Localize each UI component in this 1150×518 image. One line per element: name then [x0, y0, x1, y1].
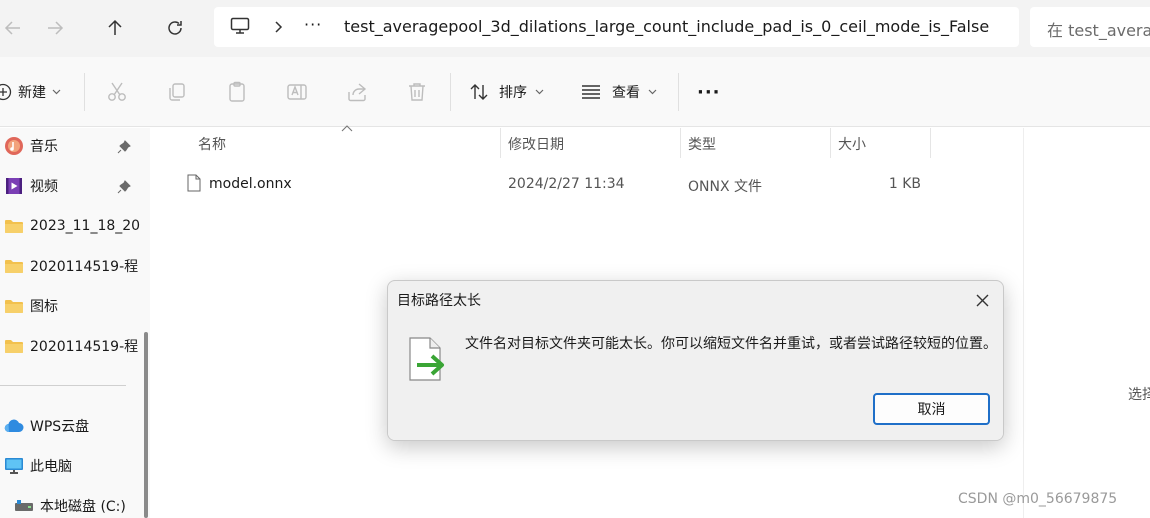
- toolbar-divider: [678, 73, 679, 111]
- view-list-icon: [582, 85, 600, 99]
- back-button[interactable]: [0, 12, 30, 44]
- column-header-size[interactable]: 大小: [838, 134, 866, 154]
- rename-icon[interactable]: [285, 80, 309, 104]
- video-icon: [4, 176, 24, 196]
- view-button[interactable]: 查看: [581, 79, 657, 105]
- refresh-button[interactable]: [158, 12, 192, 44]
- column-separator[interactable]: [930, 128, 931, 158]
- copy-icon[interactable]: [165, 80, 189, 104]
- table-row[interactable]: model.onnx 2024/2/27 11:34 ONNX 文件 1 KB: [157, 168, 1023, 200]
- folder-icon: [4, 336, 24, 356]
- close-icon: [976, 294, 988, 306]
- path-too-long-dialog: 目标路径太长 文件名对目标文件夹可能太长。你可以缩短文件名并重试，或者尝试路径较…: [387, 280, 1004, 441]
- chevron-down-icon: [535, 89, 544, 95]
- new-button[interactable]: 新建: [0, 79, 61, 105]
- sidebar-item-label: 2020114519-程: [30, 339, 139, 355]
- column-header-type[interactable]: 类型: [688, 134, 716, 154]
- pin-icon[interactable]: [116, 139, 132, 155]
- address-box[interactable]: ··· test_averagepool_3d_dilations_large_…: [214, 7, 1019, 47]
- column-header-modified[interactable]: 修改日期: [508, 134, 564, 154]
- file-icon: [187, 174, 201, 192]
- sort-icon: [470, 84, 488, 100]
- pin-icon[interactable]: [116, 179, 132, 195]
- file-modified: 2024/2/27 11:34: [508, 176, 625, 192]
- sidebar-item-folder[interactable]: 2023_11_18_20: [0, 212, 140, 240]
- sidebar-item-label: 本地磁盘 (C:): [40, 499, 126, 515]
- sidebar-item-label: 2020114519-程: [30, 259, 139, 275]
- forward-arrow-icon: [48, 21, 64, 35]
- file-name[interactable]: model.onnx: [209, 176, 292, 192]
- address-bar-row: ··· test_averagepool_3d_dilations_large_…: [0, 0, 1150, 57]
- plus-circle-icon: [0, 83, 12, 101]
- sidebar-scrollbar[interactable]: [144, 332, 148, 518]
- computer-icon: [4, 456, 24, 476]
- sidebar-item-label: 视频: [30, 179, 58, 195]
- chevron-down-icon: [52, 89, 61, 95]
- more-options-button[interactable]: ···: [697, 79, 721, 105]
- sidebar-item-label: 音乐: [30, 139, 58, 155]
- breadcrumb-overflow-button[interactable]: ···: [304, 15, 322, 34]
- dialog-message: 文件名对目标文件夹可能太长。你可以缩短文件名并重试，或者尝试路径较短的位置。: [465, 336, 997, 352]
- chevron-right-icon[interactable]: [273, 21, 283, 33]
- close-button[interactable]: [968, 288, 996, 312]
- file-size: 1 KB: [888, 176, 921, 192]
- refresh-icon: [168, 21, 182, 35]
- search-input[interactable]: 在 test_averagepoo: [1030, 7, 1150, 47]
- up-button[interactable]: [98, 12, 132, 44]
- drive-icon: [14, 496, 34, 516]
- column-separator[interactable]: [680, 128, 681, 158]
- delete-icon[interactable]: [405, 80, 429, 104]
- breadcrumb-current-folder[interactable]: test_averagepool_3d_dilations_large_coun…: [344, 17, 989, 36]
- cloud-icon: [4, 416, 24, 436]
- details-pane: 选择: [1023, 128, 1150, 518]
- column-separator[interactable]: [830, 128, 831, 158]
- share-icon[interactable]: [345, 80, 369, 104]
- folder-icon: [4, 216, 24, 236]
- sidebar-item-label: WPS云盘: [30, 419, 90, 435]
- navigation-pane: 音乐 视频 2023_11_18_20 2020114519-程 图标 2020…: [0, 128, 150, 518]
- music-icon: [4, 136, 24, 156]
- sidebar-item-wps-cloud[interactable]: WPS云盘: [0, 412, 140, 440]
- folder-icon: [4, 256, 24, 276]
- folder-icon: [4, 296, 24, 316]
- chevron-down-icon: [648, 89, 657, 95]
- sidebar-item-label: 此电脑: [30, 459, 72, 475]
- command-bar: 新建 排序 查看 ···: [0, 57, 1150, 127]
- sidebar-item-folder[interactable]: 图标: [0, 292, 140, 320]
- cancel-button[interactable]: 取消: [873, 393, 990, 425]
- view-label: 查看: [612, 85, 640, 101]
- sidebar-item-label: 图标: [30, 299, 58, 315]
- watermark: CSDN @m0_56679875: [958, 491, 1118, 507]
- file-type: ONNX 文件: [688, 179, 763, 195]
- cut-icon[interactable]: [105, 80, 129, 104]
- computer-icon: [230, 17, 250, 34]
- paste-icon[interactable]: [225, 80, 249, 104]
- toolbar-divider: [450, 73, 451, 111]
- sidebar-item-local-disk[interactable]: 本地磁盘 (C:): [10, 492, 150, 518]
- sidebar-item-folder[interactable]: 2020114519-程: [0, 252, 140, 280]
- back-arrow-icon: [4, 21, 20, 35]
- column-header-name[interactable]: 名称: [198, 134, 226, 154]
- sidebar-item-this-pc[interactable]: 此电脑: [0, 452, 140, 480]
- column-separator[interactable]: [500, 128, 501, 158]
- sort-label: 排序: [499, 85, 527, 101]
- sidebar-item-label: 2023_11_18_20: [30, 218, 140, 234]
- search-placeholder: 在 test_averagepoo: [1047, 21, 1150, 40]
- details-pane-text: 选择: [1128, 387, 1150, 403]
- dialog-title: 目标路径太长: [397, 293, 481, 309]
- file-move-icon: [409, 337, 444, 381]
- sidebar-item-folder[interactable]: 2020114519-程: [0, 332, 140, 360]
- up-arrow-icon: [108, 19, 122, 35]
- forward-button[interactable]: [38, 12, 72, 44]
- sort-ascending-icon: [341, 125, 353, 132]
- sidebar-divider: [0, 385, 126, 386]
- sort-button[interactable]: 排序: [469, 79, 544, 105]
- new-label: 新建: [18, 85, 46, 101]
- toolbar-divider: [84, 73, 85, 111]
